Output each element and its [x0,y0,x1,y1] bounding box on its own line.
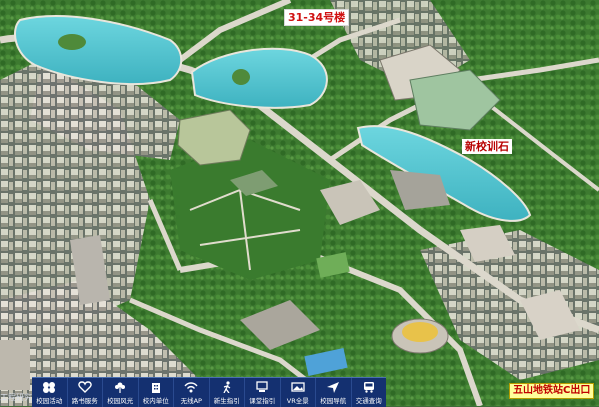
toolbar-item-wireless-ap[interactable]: 无线AP [174,378,210,407]
classroom-icon [256,380,268,392]
toolbar-item-freshman-guide[interactable]: 新生指引 [210,378,245,407]
toolbar-item-vr-panorama[interactable]: VR全景 [281,378,316,407]
lake-west-island [58,34,86,50]
clover-icon [43,381,56,393]
bus-icon [363,381,374,393]
toolbar-item-campus-scenery[interactable]: 校园风光 [103,378,139,407]
toolbar-item-label: 校园导航 [320,396,347,405]
toolbar-item-label: 校园风光 [107,396,134,405]
toolbar-item-classroom-guide[interactable]: 课堂指引 [245,378,281,407]
flower-icon [115,382,126,393]
walker-icon [223,380,231,393]
toolbar-item-label: VR全景 [286,396,309,405]
lake-central-island [232,69,250,85]
panorama-icon [291,381,305,392]
toolbar-item-route-service[interactable]: 路书服务 [68,378,103,407]
toolbar-item-campus-navigation[interactable]: 校园导航 [316,378,352,407]
stadium-roof [402,322,438,342]
toolbar-item-traffic-query[interactable]: 交通查询 [352,378,387,407]
toolbar-item-label: 无线AP [180,396,202,405]
toolbar-item-campus-activities[interactable]: 校园活动 [32,378,68,407]
toolbar-item-label: 校内单位 [142,396,169,405]
campus-3d-map[interactable] [0,0,599,406]
toolbar-item-label: 校园活动 [36,396,63,405]
map-label-building-31-34[interactable]: 31-34号楼 [284,9,350,26]
wifi-icon [184,381,198,392]
toolbar-item-label: 新生指引 [213,396,240,405]
navigation-icon [327,381,340,393]
map-label-metro-exit[interactable]: 五山地铁站C出口 [509,383,595,399]
bottom-toolbar: 校园活动 路书服务 校园风光 校内单位 无线AP 新生指引 课堂指引 VR全景 … [32,377,386,407]
tower-southwest [0,340,30,390]
toolbar-item-campus-units[interactable]: 校内单位 [139,378,174,407]
map-label-motto-stone[interactable]: 新校训石 [462,139,512,154]
toolbar-item-label: 课堂指引 [249,396,276,405]
building-icon [151,382,160,393]
toolbar-item-label: 交通查询 [355,396,382,405]
toolbar-item-label: 路书服务 [71,396,98,405]
heart-icon [78,380,92,393]
